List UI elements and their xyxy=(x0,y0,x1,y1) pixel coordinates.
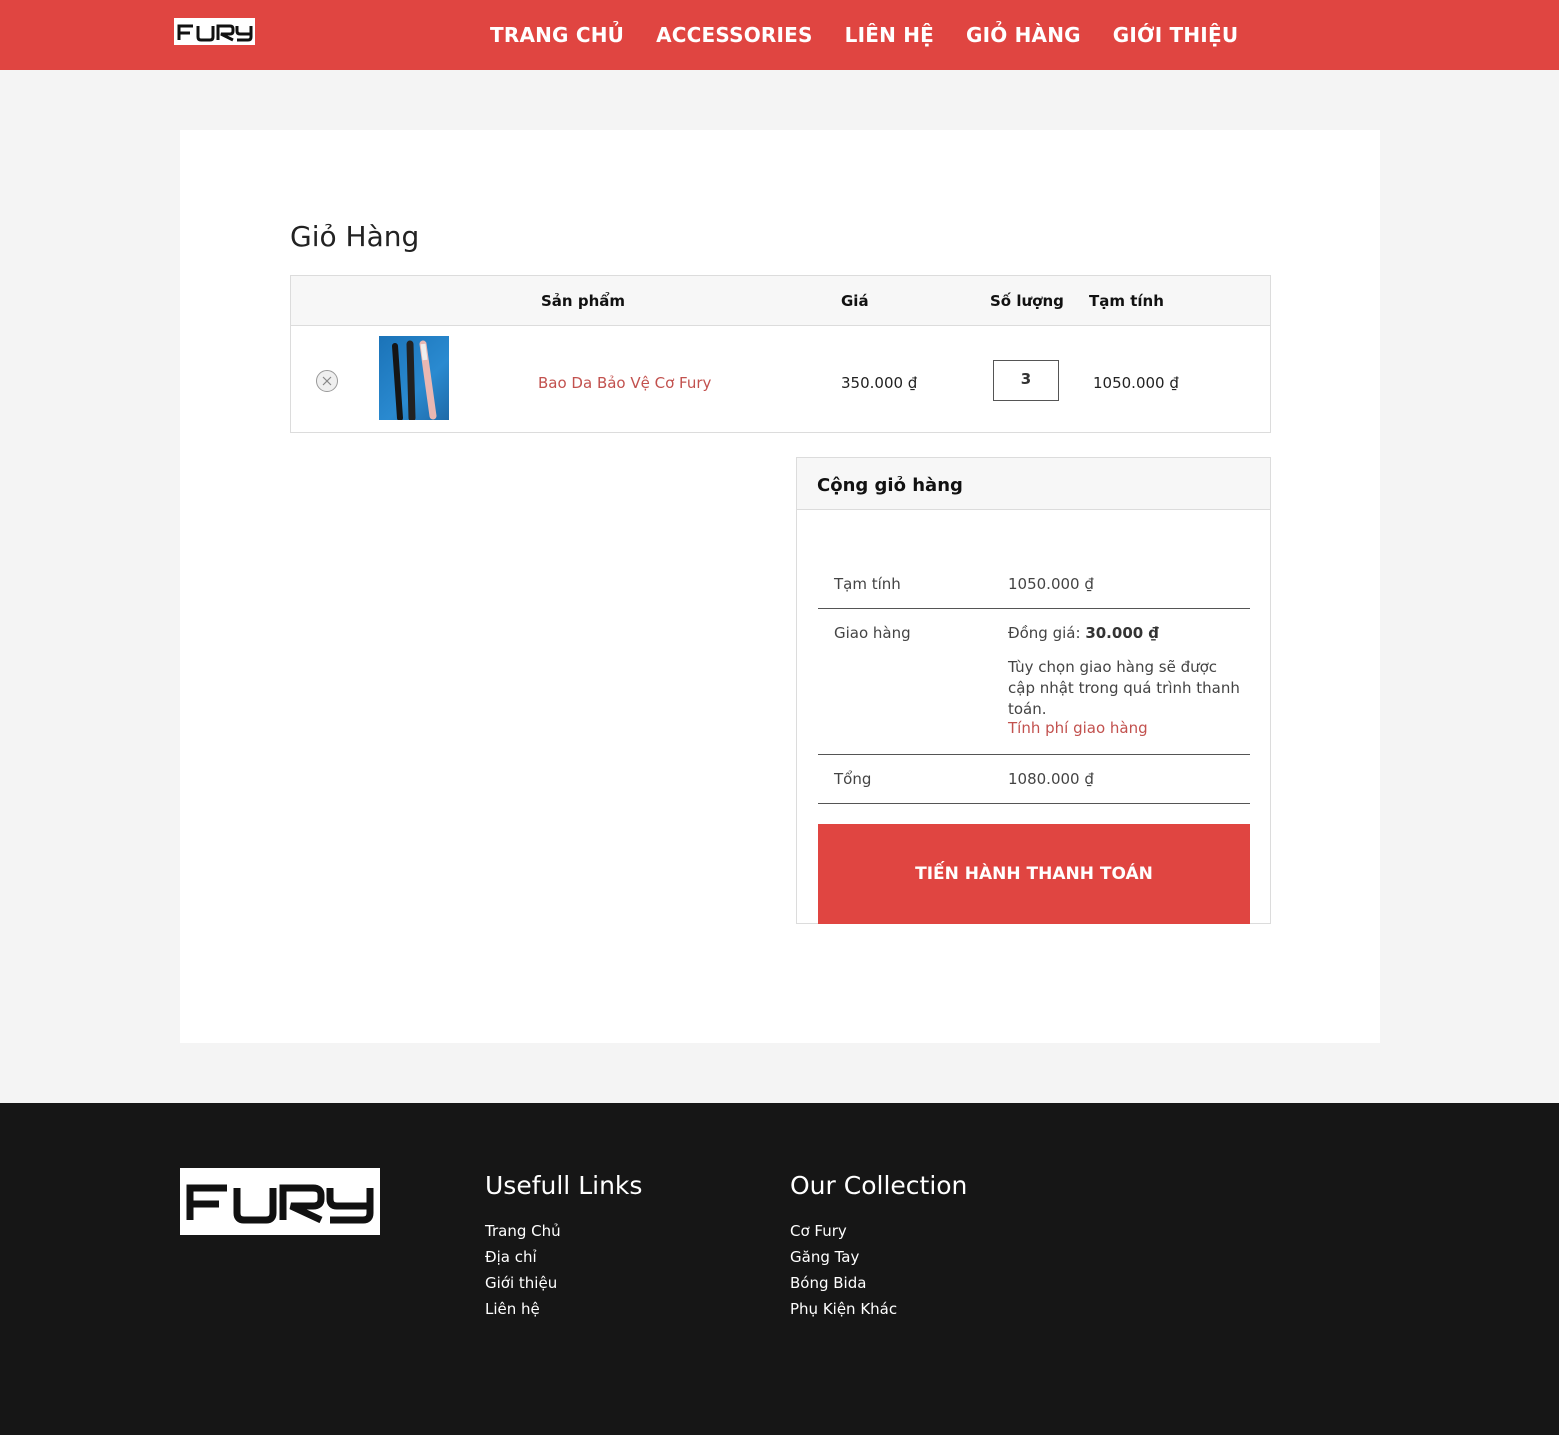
total-value: 1080.000 ₫ xyxy=(1008,770,1094,788)
shipping-note: Tùy chọn giao hàng sẽ được cập nhật tron… xyxy=(1008,658,1240,718)
page-title: Giỏ Hàng xyxy=(290,220,420,253)
site-logo[interactable] xyxy=(174,18,255,45)
footer-collection-title: Our Collection xyxy=(790,1171,968,1200)
calculate-shipping-link[interactable]: Tính phí giao hàng xyxy=(1008,719,1148,737)
shipping-rate-value: 30.000 ₫ xyxy=(1085,624,1159,642)
nav-item-cart[interactable]: GIỎ HÀNG xyxy=(966,23,1081,47)
product-name-link[interactable]: Bao Da Bảo Vệ Cơ Fury xyxy=(538,374,711,392)
divider xyxy=(818,608,1250,609)
fury-logo-icon xyxy=(177,24,252,41)
product-thumbnail[interactable] xyxy=(379,336,449,420)
column-header-quantity: Số lượng xyxy=(990,292,1064,310)
footer-collection-other[interactable]: Phụ Kiện Khác xyxy=(790,1296,967,1322)
cart-table: Sản phẩm Giá Số lượng Tạm tính Bao Da Bả… xyxy=(290,275,1271,433)
subtotal-label: Tạm tính xyxy=(834,575,901,593)
footer-collection-cues[interactable]: Cơ Fury xyxy=(790,1218,967,1244)
site-footer: Usefull Links Trang Chủ Địa chỉ Giới thi… xyxy=(0,1103,1559,1435)
total-label: Tổng xyxy=(834,770,872,788)
checkout-button[interactable]: TIẾN HÀNH THANH TOÁN xyxy=(818,824,1250,924)
cart-totals-title: Cộng giỏ hàng xyxy=(817,475,963,496)
footer-logo[interactable] xyxy=(180,1168,380,1235)
footer-link-about[interactable]: Giới thiệu xyxy=(485,1270,642,1296)
cart-totals: Cộng giỏ hàng Tạm tính 1050.000 ₫ Giao h… xyxy=(796,457,1271,924)
item-subtotal: 1050.000 ₫ xyxy=(1093,374,1179,392)
footer-collection-balls[interactable]: Bóng Bida xyxy=(790,1270,967,1296)
cart-card: Giỏ Hàng Sản phẩm Giá Số lượng Tạm tính xyxy=(180,130,1380,1043)
nav-item-accessories[interactable]: ACCESSORIES xyxy=(656,23,813,47)
remove-item-button[interactable] xyxy=(316,370,338,392)
shipping-rate-prefix: Đồng giá: xyxy=(1008,624,1086,642)
main-nav: TRANG CHỦ ACCESSORIES LIÊN HỆ GIỎ HÀNG G… xyxy=(490,0,1270,70)
fury-logo-icon xyxy=(186,1184,374,1223)
footer-collection-gloves[interactable]: Găng Tay xyxy=(790,1244,967,1270)
shipping-rate: Đồng giá: 30.000 ₫ xyxy=(1008,624,1159,642)
footer-link-address[interactable]: Địa chỉ xyxy=(485,1244,642,1270)
cart-totals-header: Cộng giỏ hàng xyxy=(797,458,1270,510)
item-price: 350.000 ₫ xyxy=(841,374,918,392)
shipping-label: Giao hàng xyxy=(834,624,911,642)
divider xyxy=(818,754,1250,755)
subtotal-value: 1050.000 ₫ xyxy=(1008,575,1094,593)
nav-item-about[interactable]: GIỚI THIỆU xyxy=(1113,23,1238,47)
column-header-subtotal: Tạm tính xyxy=(1089,292,1164,310)
divider xyxy=(818,803,1250,804)
column-header-product: Sản phẩm xyxy=(541,292,625,310)
quantity-input[interactable] xyxy=(993,360,1059,401)
nav-item-contact[interactable]: LIÊN HỆ xyxy=(845,23,934,47)
footer-collection: Our Collection Cơ Fury Găng Tay Bóng Bid… xyxy=(790,1171,967,1322)
cart-table-header: Sản phẩm Giá Số lượng Tạm tính xyxy=(291,276,1270,326)
footer-link-contact[interactable]: Liên hệ xyxy=(485,1296,642,1322)
product-image-icon xyxy=(392,340,437,420)
footer-useful-links: Usefull Links Trang Chủ Địa chỉ Giới thi… xyxy=(485,1171,642,1322)
footer-links-title: Usefull Links xyxy=(485,1171,643,1200)
footer-link-home[interactable]: Trang Chủ xyxy=(485,1218,642,1244)
site-header: TRANG CHỦ ACCESSORIES LIÊN HỆ GIỎ HÀNG G… xyxy=(0,0,1559,70)
nav-item-home[interactable]: TRANG CHỦ xyxy=(490,23,624,47)
column-header-price: Giá xyxy=(841,292,869,310)
close-icon xyxy=(322,376,332,386)
